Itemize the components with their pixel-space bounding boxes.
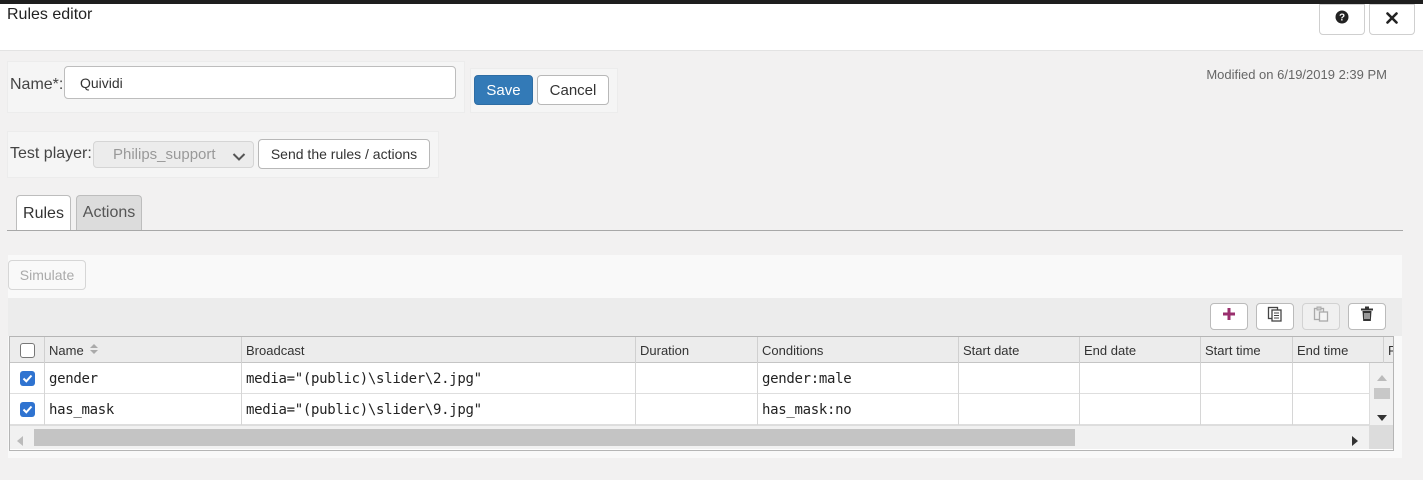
select-all-cell xyxy=(10,337,45,363)
scroll-right-icon[interactable] xyxy=(1351,433,1359,450)
copy-rule-button[interactable] xyxy=(1256,303,1294,330)
paste-icon xyxy=(1313,306,1329,327)
modified-timestamp: Modified on 6/19/2019 2:39 PM xyxy=(1206,67,1387,82)
checkmark-icon xyxy=(22,374,32,383)
row-checkbox[interactable] xyxy=(19,402,35,417)
cell-start-date xyxy=(959,363,1080,394)
title-bar: Rules editor ? xyxy=(0,4,1423,51)
sort-icon xyxy=(89,343,99,358)
cell-end-date xyxy=(1080,394,1201,425)
test-player-select[interactable]: Philips_support xyxy=(93,141,254,168)
row-select-cell xyxy=(10,363,45,394)
close-button[interactable] xyxy=(1369,4,1415,35)
name-label: Name*: xyxy=(10,76,64,93)
table-row[interactable]: gender media="(public)\slider\2.jpg" gen… xyxy=(10,363,1384,394)
cell-conditions: has_mask:no xyxy=(758,394,959,425)
column-header-end-time[interactable]: End time xyxy=(1293,337,1384,363)
help-button[interactable]: ? xyxy=(1319,4,1365,35)
tab-actions[interactable]: Actions xyxy=(76,195,142,230)
column-header-broadcast[interactable]: Broadcast xyxy=(242,337,636,363)
cell-start-time xyxy=(1201,394,1293,425)
table-row[interactable]: has_mask media="(public)\slider\9.jpg" h… xyxy=(10,394,1384,425)
paste-rule-button[interactable] xyxy=(1302,303,1340,330)
column-header-start-time[interactable]: Start time xyxy=(1201,337,1293,363)
chevron-down-icon xyxy=(232,149,246,166)
tab-divider xyxy=(7,230,1403,231)
row-select-cell xyxy=(10,394,45,425)
column-header-name-label: Name xyxy=(49,342,84,358)
select-all-checkbox[interactable] xyxy=(19,342,35,358)
row-checkbox[interactable] xyxy=(19,371,35,386)
window-title: Rules editor xyxy=(7,6,93,23)
cell-conditions: gender:male xyxy=(758,363,959,394)
column-header-conditions[interactable]: Conditions xyxy=(758,337,959,363)
grid-toolbar xyxy=(8,298,1402,336)
cell-start-time xyxy=(1201,363,1293,394)
test-player-label: Test player: xyxy=(10,145,92,162)
cell-name: has_mask xyxy=(45,394,242,425)
column-header-start-date[interactable]: Start date xyxy=(959,337,1080,363)
scroll-left-icon[interactable] xyxy=(16,433,24,450)
cancel-button[interactable]: Cancel xyxy=(537,75,609,105)
scrollbar-corner xyxy=(1369,425,1393,449)
scroll-up-icon[interactable] xyxy=(1376,369,1388,387)
grid-header: Name Broadcast Duration Conditions Start… xyxy=(10,337,1393,363)
cell-broadcast: media="(public)\slider\2.jpg" xyxy=(242,363,636,394)
trash-icon xyxy=(1360,306,1374,327)
cell-broadcast: media="(public)\slider\9.jpg" xyxy=(242,394,636,425)
column-header-p[interactable]: P xyxy=(1384,337,1393,363)
horizontal-scroll-thumb[interactable] xyxy=(34,429,1075,446)
tab-rules[interactable]: Rules xyxy=(16,195,71,231)
cell-end-date xyxy=(1080,363,1201,394)
delete-rule-button[interactable] xyxy=(1348,303,1386,330)
test-player-value: Philips_support xyxy=(113,146,216,163)
question-circle-icon: ? xyxy=(1335,10,1349,29)
column-header-end-date[interactable]: End date xyxy=(1080,337,1201,363)
name-input[interactable]: Quividi xyxy=(64,66,456,99)
save-button[interactable]: Save xyxy=(474,75,533,105)
cell-start-date xyxy=(959,394,1080,425)
rules-grid: Name Broadcast Duration Conditions Start… xyxy=(9,336,1394,451)
horizontal-scrollbar[interactable] xyxy=(10,425,1370,449)
cell-duration xyxy=(636,363,758,394)
add-rule-button[interactable] xyxy=(1210,303,1248,330)
cell-duration xyxy=(636,394,758,425)
add-plus-icon xyxy=(1222,307,1236,326)
column-header-name[interactable]: Name xyxy=(45,337,242,363)
cell-name: gender xyxy=(45,363,242,394)
vertical-scrollbar[interactable] xyxy=(1369,363,1393,425)
checkmark-icon xyxy=(22,405,32,414)
column-header-duration[interactable]: Duration xyxy=(636,337,758,363)
vertical-scroll-thumb[interactable] xyxy=(1374,388,1390,399)
close-x-icon xyxy=(1386,11,1398,29)
svg-text:?: ? xyxy=(1339,13,1345,24)
send-rules-button[interactable]: Send the rules / actions xyxy=(258,139,430,169)
simulate-button[interactable]: Simulate xyxy=(8,260,86,290)
copy-icon xyxy=(1267,306,1283,327)
